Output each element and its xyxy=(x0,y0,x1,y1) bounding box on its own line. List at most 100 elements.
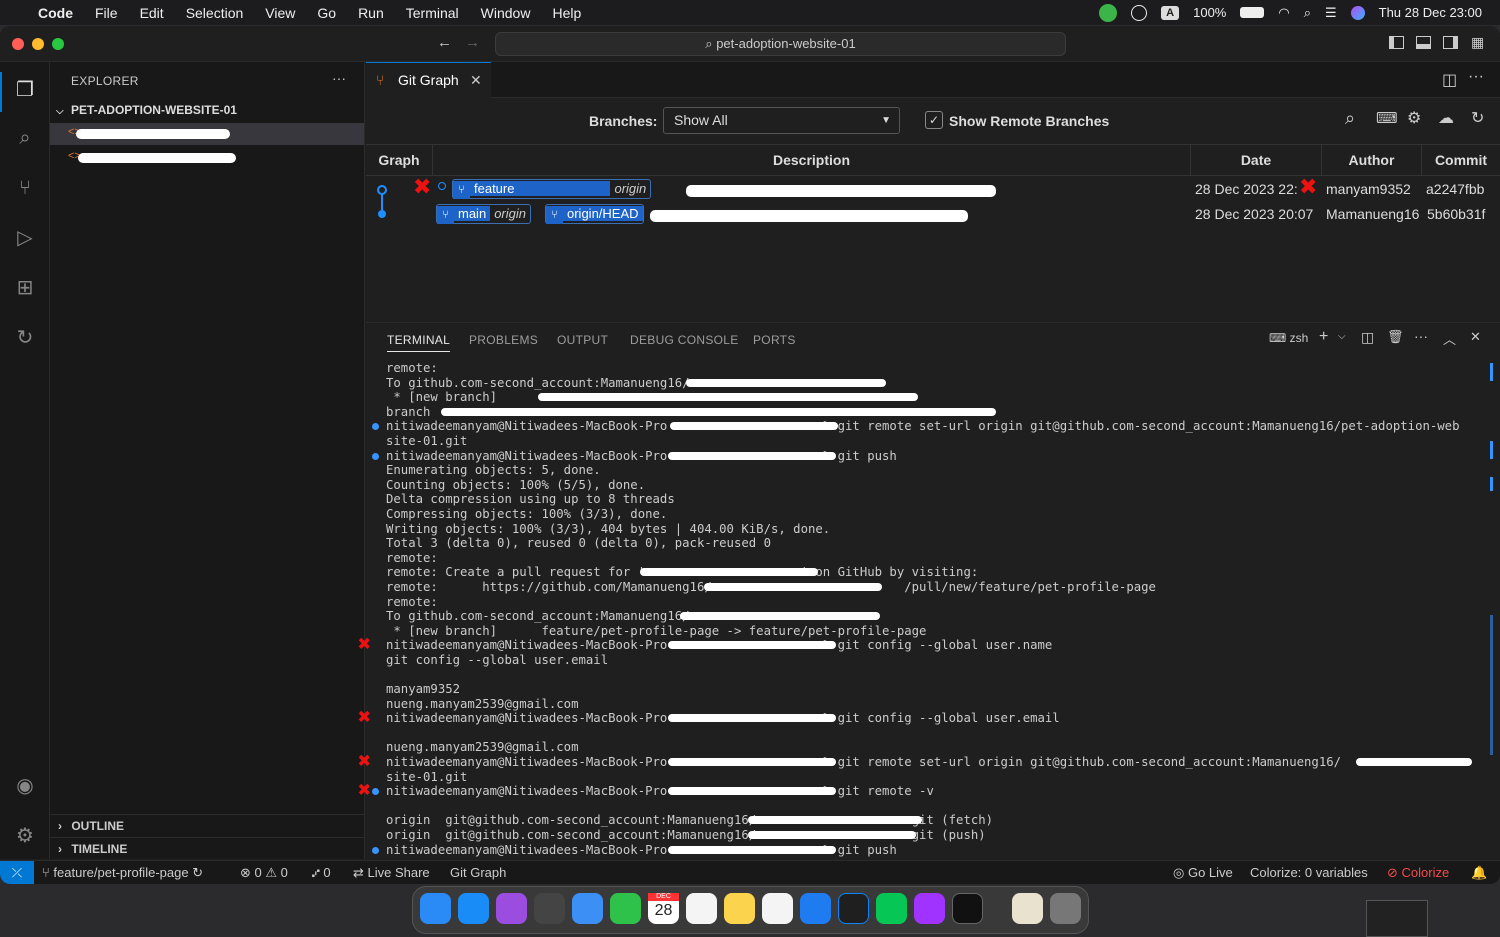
explorer-icon[interactable]: ❐ xyxy=(11,76,39,104)
forward-arrow-icon[interactable]: → xyxy=(465,34,480,51)
freeform-icon[interactable] xyxy=(762,893,793,924)
finder-icon[interactable] xyxy=(420,893,451,924)
toggle-secondary-sidebar-icon[interactable] xyxy=(1443,36,1458,49)
safari-icon[interactable] xyxy=(800,893,831,924)
customize-layout-icon[interactable]: ▦ xyxy=(1471,34,1484,51)
settings-gear-icon[interactable]: ⚙ xyxy=(1407,108,1421,128)
trash-bin-icon[interactable] xyxy=(1050,893,1081,924)
branch-ref-main[interactable]: ⑂ main origin xyxy=(436,204,531,224)
command-decoration-dot[interactable] xyxy=(372,452,379,460)
play-icon[interactable] xyxy=(1131,4,1148,21)
branches-dropdown[interactable]: Show All ▼ xyxy=(663,107,900,134)
calendar-icon[interactable]: DEC 28 xyxy=(648,893,679,924)
editor-more-icon[interactable]: ··· xyxy=(1468,68,1484,86)
tab-git-graph[interactable]: ⑂ Git Graph ✕ xyxy=(366,62,491,98)
file-item-selected[interactable]: <> xyxy=(50,123,364,145)
notes-icon[interactable] xyxy=(724,893,755,924)
command-decoration-dot[interactable] xyxy=(372,788,379,796)
podcasts-icon[interactable] xyxy=(496,893,527,924)
terminal-icon[interactable]: ⌨ xyxy=(1376,109,1398,127)
terminal-app-icon[interactable] xyxy=(952,893,983,924)
wifi-icon[interactable]: ◠ xyxy=(1278,5,1289,21)
go-live-status[interactable]: ◎ Go Live xyxy=(1173,861,1233,884)
reminders-icon[interactable] xyxy=(686,893,717,924)
tab-ports[interactable]: PORTS xyxy=(753,333,796,347)
sidebar-more-button[interactable]: ··· xyxy=(332,70,346,86)
maximize-panel-icon[interactable]: ︿ xyxy=(1443,329,1456,348)
colorize-variables-status[interactable]: Colorize: 0 variables xyxy=(1250,861,1368,884)
folder-header[interactable]: ⌵ PET-ADOPTION-WEBSITE-01 xyxy=(50,100,364,120)
input-source-indicator[interactable]: A xyxy=(1161,5,1180,20)
minimize-window-button[interactable] xyxy=(32,38,44,50)
messenger-icon[interactable] xyxy=(914,893,945,924)
panel-more-icon[interactable]: ··· xyxy=(1414,328,1428,344)
tab-output[interactable]: OUTPUT xyxy=(557,333,608,347)
close-window-button[interactable] xyxy=(12,38,24,50)
close-panel-icon[interactable]: ✕ xyxy=(1470,329,1481,345)
live-share-icon[interactable]: ↻ xyxy=(11,324,39,352)
new-terminal-plus-icon[interactable]: + xyxy=(1319,328,1328,346)
split-editor-icon[interactable]: ◫ xyxy=(1442,70,1457,90)
trash-icon[interactable]: 🗑 xyxy=(1387,329,1404,345)
menu-file[interactable]: File xyxy=(95,5,118,21)
toggle-panel-icon[interactable] xyxy=(1416,36,1431,49)
menu-app-name[interactable]: Code xyxy=(38,5,73,21)
accounts-icon[interactable]: ◉ xyxy=(11,772,39,800)
branch-status[interactable]: ⑂ feature/pet-profile-page ↻ xyxy=(42,861,203,884)
spotlight-search-icon[interactable]: ⌕ xyxy=(1304,5,1311,21)
ports-status[interactable]: ⑇ 0 xyxy=(312,861,331,884)
tab-debug-console[interactable]: DEBUG CONSOLE xyxy=(630,333,739,347)
close-tab-icon[interactable]: ✕ xyxy=(470,63,482,97)
menu-help[interactable]: Help xyxy=(552,5,581,21)
menu-go[interactable]: Go xyxy=(317,5,336,21)
menu-terminal[interactable]: Terminal xyxy=(406,5,459,21)
terminal-scrollbar[interactable] xyxy=(1490,615,1493,755)
menu-edit[interactable]: Edit xyxy=(140,5,164,21)
zoom-window-button[interactable] xyxy=(52,38,64,50)
menu-window[interactable]: Window xyxy=(481,5,531,21)
mail-icon[interactable] xyxy=(572,893,603,924)
timeline-section[interactable]: › TIMELINE xyxy=(50,837,364,859)
git-graph-status[interactable]: Git Graph xyxy=(450,861,506,884)
file-item[interactable]: <> xyxy=(50,147,364,169)
facetime-icon[interactable] xyxy=(610,893,641,924)
notifications-bell-icon[interactable]: 🔔 xyxy=(1471,861,1487,884)
menu-view[interactable]: View xyxy=(265,5,295,21)
line-app-icon[interactable] xyxy=(1099,3,1118,22)
document-icon[interactable] xyxy=(1012,893,1043,924)
terminal-shell-selector[interactable]: ⌨ zsh xyxy=(1269,331,1308,345)
commit-row[interactable]: ⑂ feature origin 28 Dec 2023 22: manyam935… xyxy=(366,177,1500,202)
problems-status[interactable]: ⊗ 0 ⚠ 0 xyxy=(240,861,288,884)
source-control-icon[interactable]: ⑂ xyxy=(11,174,39,202)
run-debug-icon[interactable]: ▷ xyxy=(11,224,39,252)
search-icon[interactable]: ⌕ xyxy=(11,124,39,152)
remote-branches-checkbox[interactable]: ✓ xyxy=(925,111,943,129)
launchpad-icon[interactable] xyxy=(534,893,565,924)
clock[interactable]: Thu 28 Dec 23:00 xyxy=(1379,5,1482,20)
command-decoration-dot[interactable] xyxy=(372,423,379,431)
remote-indicator-icon[interactable]: ⤫ xyxy=(0,861,34,884)
find-icon[interactable]: ⌕ xyxy=(1345,108,1355,129)
vscode-icon[interactable] xyxy=(838,893,869,924)
menu-selection[interactable]: Selection xyxy=(186,5,244,21)
battery-icon[interactable] xyxy=(1240,7,1265,18)
chevron-down-icon[interactable]: ⌵ xyxy=(1338,331,1346,342)
extensions-icon[interactable]: ⊞ xyxy=(11,274,39,302)
refresh-icon[interactable]: ↻ xyxy=(1471,108,1484,128)
control-center-icon[interactable]: ☰ xyxy=(1325,5,1337,21)
outline-section[interactable]: › OUTLINE xyxy=(50,814,364,836)
colorize-status[interactable]: ⊘ Colorize xyxy=(1387,861,1449,884)
siri-icon[interactable] xyxy=(1350,5,1365,20)
tab-problems[interactable]: PROBLEMS xyxy=(469,333,538,347)
fetch-cloud-icon[interactable]: ☁ xyxy=(1438,108,1454,128)
menu-run[interactable]: Run xyxy=(358,5,384,21)
command-decoration-dot[interactable] xyxy=(372,846,379,854)
app-store-icon[interactable] xyxy=(458,893,489,924)
screenshot-thumbnail[interactable] xyxy=(1366,900,1428,937)
back-arrow-icon[interactable]: ← xyxy=(437,34,452,51)
terminal-output[interactable]: remote: To github.com-second_account:Mama… xyxy=(358,361,1476,857)
live-share-status[interactable]: ⇄ Live Share xyxy=(353,861,430,884)
toggle-primary-sidebar-icon[interactable] xyxy=(1389,36,1404,49)
branch-ref-origin-head[interactable]: ⑂ origin/HEAD xyxy=(545,204,644,224)
manage-gear-icon[interactable]: ⚙ xyxy=(11,822,39,850)
